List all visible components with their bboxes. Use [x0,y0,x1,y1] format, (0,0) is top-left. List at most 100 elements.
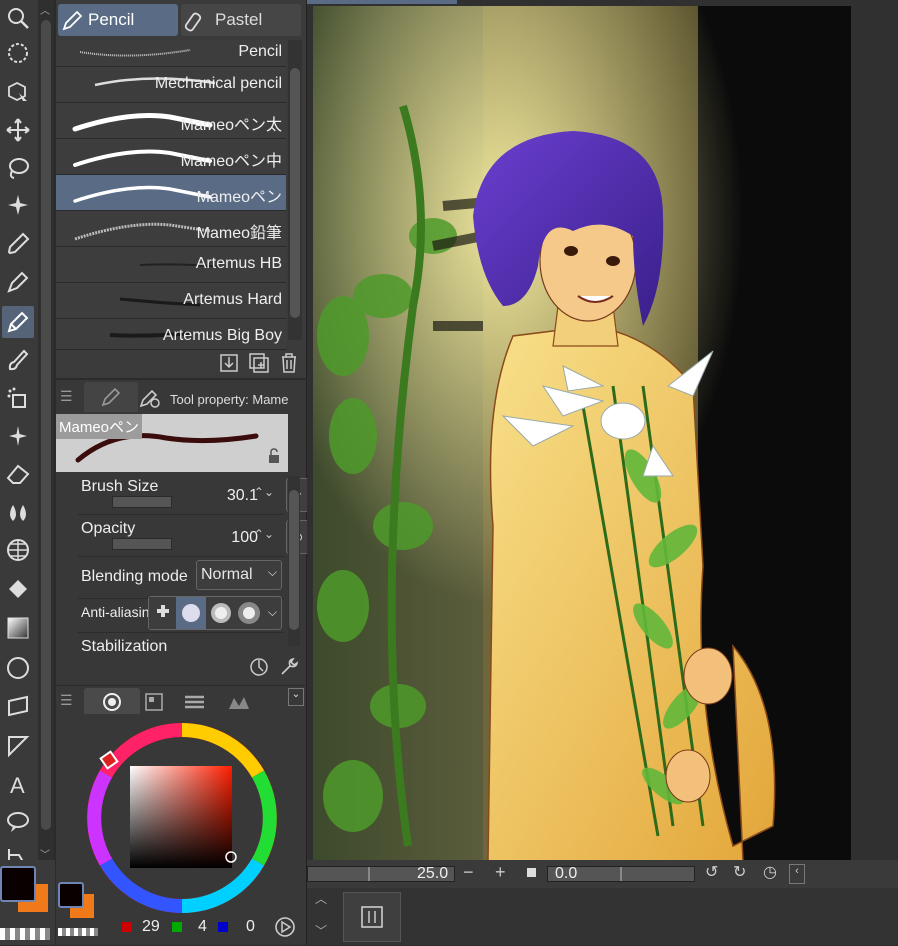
tool-scrollbar[interactable]: ︿ ﹀ [38,0,54,945]
brush-name: Artemus Hard [183,291,282,308]
tab-pastel-label: Pastel [215,10,263,29]
brush-item[interactable]: Mechanical pencil [56,67,286,103]
timeline-toggle-button[interactable] [343,892,401,942]
tool-property-panel: ☰ Tool property: Mame Mameoペン Brush Size… [56,380,310,685]
color-play-icon[interactable] [274,916,296,938]
green-indicator-icon [172,922,182,932]
chevron-left-icon[interactable]: ‹ [789,864,805,884]
brush-icon[interactable] [2,344,34,376]
brush-shape-icon[interactable] [248,656,270,678]
brush-stroke-preview [79,49,191,57]
download-brush-icon[interactable] [218,352,240,374]
brush-size-spinner-icon[interactable]: ⌃⌄ [254,485,274,499]
stabilization-label: Stabilization [81,638,168,655]
ruler-icon[interactable] [2,730,34,762]
main-color-swatch[interactable] [0,866,36,902]
airbrush-icon[interactable] [2,382,34,414]
brush-size-slider[interactable] [112,496,172,508]
blending-mode-select[interactable]: Normal ⌵ [196,560,282,590]
delete-brush-icon[interactable] [278,352,300,374]
rotation-value[interactable]: 0.0 [555,865,577,883]
panel-menu-icon[interactable]: ☰ [60,388,73,405]
mini-transparent-swatch[interactable] [58,928,98,936]
scroll-down-icon[interactable]: ﹀ [40,846,52,861]
color-wheel[interactable] [82,718,282,918]
brush-size-row: Brush Size 30.1 ⌃⌄ ⩔ [78,474,310,515]
rotate-left-icon[interactable]: ↺ [705,862,718,882]
frame-border-icon[interactable] [2,690,34,722]
bottom-panel: ︿ ﹀ [307,888,898,945]
magic-wand-icon[interactable] [2,190,34,222]
pen-icon[interactable] [2,266,34,298]
brush-name: Artemus HB [195,255,282,272]
tab-tool-property[interactable] [84,382,138,412]
settings-tab-icon[interactable] [138,386,166,412]
decoration-icon[interactable] [2,420,34,452]
anti-aliasing-label: Anti-aliasin [81,604,150,620]
tool-property-header: Tool property: Mame [170,392,289,407]
tab-intermediate-color[interactable] [226,692,252,712]
brush-item-selected[interactable]: Mameoペン [56,175,286,211]
chevron-up-icon[interactable]: ︿ [315,890,327,907]
blue-value: 0 [246,918,255,935]
opacity-label: Opacity [81,520,136,537]
panel-menu-icon[interactable]: ☰ [60,692,73,709]
zoom-icon[interactable] [2,2,34,34]
tool-bar: A [0,0,39,945]
tab-color-set[interactable] [142,692,168,712]
text-icon[interactable]: A [2,768,34,800]
pen-tab-icon [101,387,121,407]
rotate-right-icon[interactable]: ↻ [733,862,746,882]
transparent-color-swatch[interactable] [0,928,50,940]
fit-canvas-icon[interactable] [527,868,536,877]
brush-item[interactable]: Pencil [56,40,286,67]
brush-item[interactable]: Mameoペン太 [56,103,286,139]
blend-icon[interactable] [2,496,34,528]
brush-item[interactable]: Mameo鉛筆 [56,211,286,247]
eraser-icon[interactable] [2,458,34,490]
mini-main-color[interactable] [58,882,84,908]
brush-list-scrollbar[interactable] [288,40,302,340]
chevron-down-icon: ⌵ [267,565,277,579]
canvas-controls: 25.0 − + 0.0 ↺ ↻ ◷ ‹ [307,860,898,888]
eyedropper-icon[interactable] [2,228,34,260]
document-tab-indicator [307,0,457,4]
reset-rotation-icon[interactable]: ◷ [763,862,777,882]
brush-preview: Mameoペン [56,414,288,472]
anti-aliasing-select[interactable]: ⌵ [148,596,282,630]
wrench-icon[interactable] [278,656,300,678]
lock-icon[interactable] [266,448,282,464]
artwork-canvas[interactable] [313,6,851,861]
brush-item[interactable]: Artemus Hard [56,283,286,319]
tab-pencil[interactable]: Pencil [58,4,178,36]
object-select-icon[interactable] [2,76,34,108]
zoom-in-icon[interactable]: + [495,862,506,883]
balloon-icon[interactable] [2,806,34,838]
lasso-icon[interactable] [2,152,34,184]
pencil-tool-icon[interactable] [2,306,34,338]
gradient-icon[interactable] [2,612,34,644]
brush-preview-label: Mameoペン [56,414,143,439]
opacity-spinner-icon[interactable]: ⌃⌄ [254,527,274,541]
zoom-out-icon[interactable]: − [463,862,474,883]
tab-pencil-label: Pencil [88,10,135,29]
figure-icon[interactable] [2,652,34,684]
chevron-down-icon[interactable]: ⌄ [288,688,304,706]
brush-size-label: Brush Size [81,478,159,495]
brush-item[interactable]: Artemus HB [56,247,286,283]
scroll-up-icon[interactable]: ︿ [40,2,52,17]
lasso-selection-icon[interactable] [2,38,34,70]
fill-icon[interactable] [2,574,34,606]
tab-color-slider[interactable] [182,692,208,712]
opacity-slider[interactable] [112,538,172,550]
move-icon[interactable] [2,114,34,146]
tab-color-wheel[interactable] [84,688,140,714]
zoom-value[interactable]: 25.0 [417,865,448,883]
duplicate-brush-icon[interactable] [248,352,270,374]
brush-item[interactable]: Artemus Big Boy [56,319,286,350]
brush-item[interactable]: Mameoペン中 [56,139,286,175]
property-scrollbar[interactable] [288,476,300,646]
grid-ruler-icon[interactable] [2,534,34,566]
chevron-down-icon[interactable]: ﹀ [315,922,327,939]
tab-pastel[interactable]: Pastel [181,4,301,36]
